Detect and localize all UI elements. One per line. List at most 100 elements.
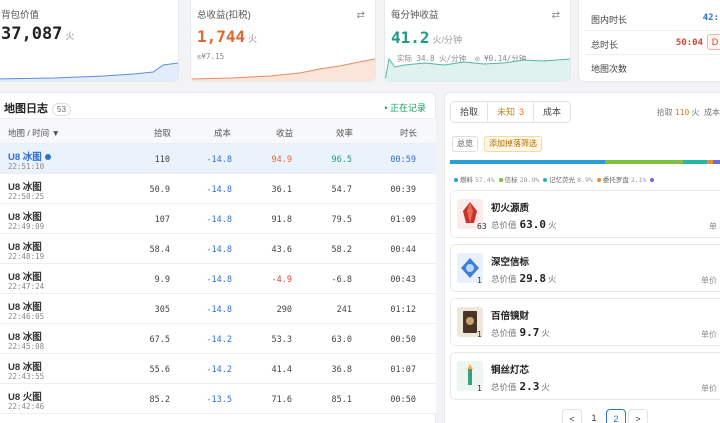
row-duration: 00:39 [390,185,416,195]
table-row[interactable]: U8 冰图 22:50:25 50.9 -14.8 36.1 54.7 00:39 [0,174,436,204]
row-cost: -14.2 [206,335,232,345]
row-map-name: U8 冰图 [8,182,42,193]
row-map-name: U8 冰图 [8,212,42,223]
row-profit: 290 [276,305,292,315]
legend-entry [646,177,658,184]
row-duration: 01:12 [390,305,416,315]
total-profit-card: 总收益(扣税) ⇄ 1,744 火 ◎¥7.15 [190,0,376,82]
col-profit[interactable]: 收益 [276,127,293,139]
row-pickup: 107 [154,215,170,225]
table-row[interactable]: U8 火图 22:42:46 85.2 -13.5 71.6 85.1 00:50 [0,384,436,414]
drop-distribution-legend: 燃料 57.4% 信标 28.9% 记忆荧光 8.9% 委托罗盘 2.1% [450,174,720,184]
total-profit-sparkline [191,58,375,81]
item-unit-price-label: 单价 [701,330,717,339]
add-drop-filter-button[interactable]: 添加掉落筛选 [484,136,542,152]
drop-item-card[interactable]: 1 百倍镜财 总价值 9.7 火 单价 [450,298,720,346]
row-time: 22:42:46 [8,402,45,411]
row-efficiency: 241 [336,305,352,315]
table-row[interactable]: U8 冰图 22:46:05 305 -14.8 290 241 01:12 [0,294,436,324]
row-profit: -4.9 [271,275,292,285]
backpack-value: 37,087 火 [1,24,75,44]
col-duration[interactable]: 时长 [400,127,417,139]
row-cost: -13.5 [206,395,232,405]
row-map-name: U8 冰图 [8,302,42,313]
tab-unknown[interactable]: 未知 3 [488,102,535,122]
item-unit-price-label: 单价 [701,384,717,393]
row-profit: 36.1 [271,185,292,195]
row-time: 22:50:25 [8,192,45,201]
pause-button[interactable]: D [707,34,720,50]
table-row[interactable]: U8 冰图 22:48:19 58.4 -14.8 43.6 58.2 00:44 [0,234,436,264]
per-minute-card: 每分钟收益 ⇄ 41.2 火/分钟 实际 34.8 火/分钟 ◎ ¥0.14/分钟 [384,0,571,82]
row-time: 22:49:09 [8,222,45,231]
total-time-value: 50:04 [675,38,703,48]
drop-distribution-bar [450,160,720,164]
col-cost[interactable]: 成本 [214,127,231,139]
table-row[interactable]: U8 冰图 22:51:10 110 -14.8 94.9 96.5 00:59 [0,144,436,174]
backpack-value-card: 背包价值 37,087 火 [0,0,179,82]
map-log-count: 53 [52,103,71,116]
item-quantity: 63 [477,222,487,231]
total-profit-title: 总收益(扣税) [197,10,251,21]
tab-cost[interactable]: 成本 [534,102,570,122]
drops-summary: 拾取 110 火 成本 [656,108,720,117]
row-cost: -14.8 [206,215,232,225]
row-efficiency: 96.5 [331,155,352,165]
drop-item-card[interactable]: 1 铜丝灯芯总价值 2.3 火 单价 [450,352,720,400]
item-quantity: 1 [477,384,482,393]
item-total-value: 总价值 2.3 火 [491,380,550,393]
active-dot-icon [44,154,51,161]
pager-page-2[interactable]: 2 [606,409,626,423]
row-profit: 43.6 [271,245,292,255]
distribution-segment [682,160,707,164]
row-efficiency: 58.2 [331,245,352,255]
row-map-name: U8 冰图 [8,272,42,283]
col-efficiency[interactable]: 效率 [336,127,353,139]
row-time: 22:43:55 [8,372,45,381]
row-pickup: 55.6 [149,365,170,375]
row-duration: 00:43 [390,275,416,285]
swap-icon[interactable]: ⇄ [357,10,365,21]
pager-page-1[interactable]: 1 [584,409,604,423]
table-row[interactable]: U8 冰图 22:43:55 55.6 -14.2 41.4 36.8 01:07 [0,354,436,384]
pager-next[interactable]: > [628,409,648,423]
item-quantity: 1 [477,276,482,285]
swap-icon[interactable]: ⇄ [552,10,560,21]
backpack-value-title: 背包价值 [1,10,40,21]
total-profit-value: 1,744 火 [197,27,258,46]
drop-item-card[interactable]: 63 初火源质 总价值 63.0 火 单 [450,190,720,238]
row-pickup: 67.5 [149,335,170,345]
pager-prev[interactable]: < [562,409,582,423]
item-name: 铜丝灯芯 [491,365,530,376]
per-minute-sparkline [385,57,570,81]
distribution-segment [450,160,605,164]
map-count-row: 地图次数 [591,64,628,74]
tab-pickup[interactable]: 拾取 [451,102,489,122]
per-minute-title: 每分钟收益 [391,10,439,21]
drop-item-card[interactable]: 1 深空信标 总价值 29.8 火 单价 [450,244,720,292]
row-duration: 00:50 [390,395,416,405]
in-map-time-row: 图内时长 42: [591,13,719,25]
row-pickup: 58.4 [149,245,170,255]
row-duration: 00:59 [390,155,416,165]
time-card: 图内时长 42: 总时长 50:04 D 地图次数 [578,0,720,82]
row-map-name: U8 冰图 [8,332,42,343]
row-efficiency: 63.0 [331,335,352,345]
table-row[interactable]: U8 冰图 22:49:09 107 -14.8 91.8 79.5 01:09 [0,204,436,234]
row-duration: 01:09 [390,215,416,225]
row-efficiency: 36.8 [331,365,352,375]
table-row[interactable]: U8 冰图 22:45:08 67.5 -14.2 53.3 63.0 00:50 [0,324,436,354]
row-profit: 91.8 [271,215,292,225]
overview-chip[interactable]: 总览 [452,136,478,152]
row-pickup: 110 [154,155,170,165]
col-pickup[interactable]: 拾取 [154,127,171,139]
col-map-time[interactable]: 地图 / 时间 ▼ [8,127,60,139]
row-time: 22:47:24 [8,282,45,291]
row-cost: -14.8 [206,185,232,195]
row-duration: 00:50 [390,335,416,345]
row-efficiency: -6.8 [331,275,352,285]
row-time: 22:51:10 [8,162,45,171]
row-map-name: U8 火图 [8,392,42,403]
recording-status: • 正在记录 [384,103,426,113]
table-row[interactable]: U8 冰图 22:47:24 9.9 -14.8 -4.9 -6.8 00:43 [0,264,436,294]
